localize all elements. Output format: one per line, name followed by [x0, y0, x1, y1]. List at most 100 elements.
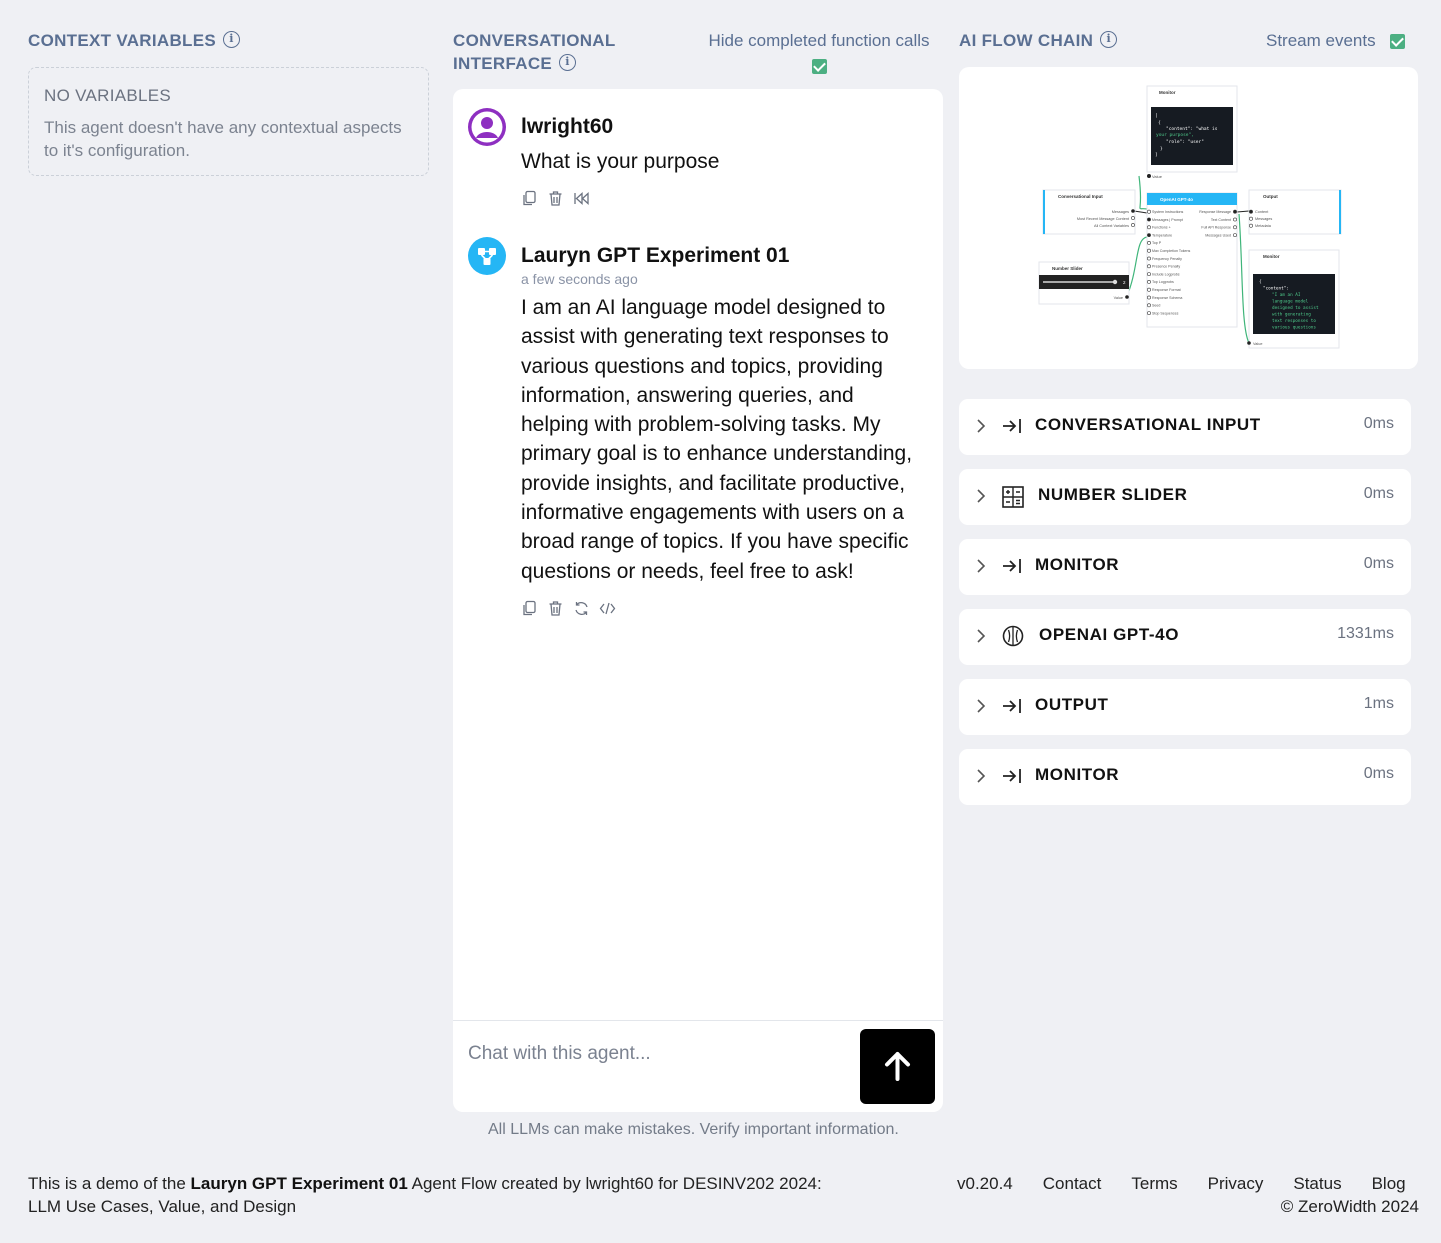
no-variables-text: This agent doesn't have any contextual a… — [44, 118, 402, 160]
preview-port-dot — [1147, 233, 1151, 238]
node-duration: 0ms — [1363, 765, 1394, 782]
preview-port-label: Content — [1255, 210, 1269, 214]
info-icon[interactable]: i — [559, 54, 577, 72]
preview-port-label: Full API Response — [1201, 226, 1231, 230]
preview-port-label: Messages — [1255, 217, 1272, 221]
refresh-icon[interactable] — [573, 600, 590, 617]
hide-completed-toggle[interactable]: Hide completed function calls — [702, 29, 936, 77]
ai-flow-chain-header: AI FLOW CHAIN i — [959, 29, 1118, 52]
stream-events-checkbox[interactable] — [1390, 34, 1406, 50]
trash-icon[interactable] — [547, 190, 564, 207]
no-variables-panel: NO VARIABLES This agent doesn't have any… — [28, 67, 429, 176]
preview-port-dot — [1147, 240, 1151, 245]
context-variables-header: CONTEXT VARIABLES i — [28, 29, 241, 52]
flow-node-row[interactable]: NUMBER SLIDER 0ms — [959, 469, 1411, 525]
node-label: OUTPUT — [1035, 695, 1109, 714]
preview-output-title: Output — [1263, 194, 1278, 199]
preview-conversational-input-node: Conversational Input Messages Most Recen… — [1042, 189, 1136, 235]
conversational-interface-title-line2: INTERFACE — [453, 54, 553, 73]
preview-code-line: designed to assist — [1272, 305, 1319, 311]
preview-port-label: Include Logprobs — [1152, 272, 1180, 276]
flow-node-row[interactable]: CONVERSATIONAL INPUT 0ms — [959, 399, 1411, 455]
preview-port-label: Response Format — [1152, 288, 1181, 292]
footer-version: v0.20.4 — [957, 1174, 1013, 1193]
stream-events-toggle[interactable]: Stream events — [1266, 29, 1406, 52]
preview-code-line: { — [1259, 279, 1262, 285]
preview-number-slider-node: Number Slider 2 Value — [1038, 261, 1130, 305]
footer-agent-name[interactable]: Lauryn GPT Experiment 01 — [191, 1174, 408, 1193]
preview-port-label: Functions + — [1152, 226, 1171, 230]
trash-icon[interactable] — [547, 600, 564, 617]
preview-code-line: "content": — [1263, 286, 1289, 292]
preview-code-line: text responses to — [1272, 318, 1316, 324]
info-icon[interactable]: i — [1100, 31, 1118, 49]
preview-conv-input-title: Conversational Input — [1058, 194, 1103, 199]
preview-port-label: Most Recent Message Content — [1077, 217, 1130, 221]
footer-link-contact[interactable]: Contact — [1043, 1172, 1102, 1195]
send-button[interactable] — [860, 1029, 935, 1104]
chat-panel: lwright60 What is your purpose Lauryn GP… — [453, 89, 943, 1112]
preview-code-line: with generating — [1272, 312, 1311, 318]
arrow-to-line-icon — [1003, 419, 1021, 433]
flow-node-row[interactable]: MONITOR 0ms — [959, 539, 1411, 595]
preview-port-label: Messages Used — [1205, 233, 1231, 237]
footer-description: This is a demo of the Lauryn GPT Experim… — [28, 1172, 868, 1218]
preview-monitor-top: Monitor [ { "content": "what is your pur… — [1146, 85, 1238, 179]
chat-message-user: lwright60 What is your purpose — [468, 108, 928, 218]
preview-port-label: System Instructions — [1152, 210, 1184, 214]
preview-code-line: ] — [1155, 152, 1158, 158]
preview-port-dot — [1249, 223, 1253, 228]
preview-port-dot — [1233, 209, 1237, 214]
preview-value-label: Value — [1114, 296, 1123, 300]
stream-events-label: Stream events — [1266, 31, 1376, 50]
preview-port-dot — [1147, 217, 1151, 222]
message-text: I am an AI language model designed to as… — [521, 296, 913, 583]
rewind-icon[interactable] — [573, 190, 590, 207]
copy-icon[interactable] — [521, 600, 538, 617]
flow-diagram-preview[interactable]: Monitor [ { "content": "what is your pur… — [959, 67, 1418, 369]
flow-node-row[interactable]: OUTPUT 1ms — [959, 679, 1411, 735]
no-variables-title: NO VARIABLES — [44, 86, 172, 105]
preview-port-label: All Context Variables — [1094, 224, 1129, 228]
preview-value-label: Value — [1152, 174, 1163, 179]
preview-port-label: Seed — [1152, 304, 1160, 308]
preview-openai-node: OpenAI GPT-4o System Instructions Message… — [1146, 192, 1238, 328]
preview-port-label: Response Message — [1199, 210, 1231, 214]
preview-port-label: Top Logprobs — [1152, 280, 1174, 284]
preview-port-dot — [1249, 216, 1253, 221]
footer-line2: LLM Use Cases, Value, and Design — [28, 1197, 297, 1216]
code-icon[interactable] — [599, 600, 616, 617]
footer-link-status[interactable]: Status — [1293, 1172, 1341, 1195]
info-icon[interactable]: i — [223, 31, 241, 49]
chevron-right-icon — [977, 629, 986, 643]
chevron-right-icon — [977, 699, 986, 713]
node-label: MONITOR — [1035, 555, 1120, 574]
flow-node-row[interactable]: OPENAI GPT-4O 1331ms — [959, 609, 1411, 665]
preview-port-dot — [1147, 295, 1151, 300]
footer-link-terms[interactable]: Terms — [1131, 1172, 1177, 1195]
preview-port-label: Messages — [1112, 210, 1129, 214]
chat-input[interactable] — [468, 1039, 848, 1069]
preview-port-label: Frequency Penalty — [1152, 257, 1182, 261]
node-duration: 0ms — [1363, 485, 1394, 502]
copy-icon[interactable] — [521, 190, 538, 207]
footer-link-privacy[interactable]: Privacy — [1208, 1172, 1264, 1195]
node-duration: 0ms — [1363, 415, 1394, 432]
preview-port-dot — [1147, 248, 1151, 253]
preview-port-label: Stop Sequences — [1152, 311, 1179, 315]
preview-monitor-bottom-title: Monitor — [1263, 254, 1280, 259]
preview-port-dot — [1147, 264, 1151, 269]
preview-code-line: { — [1158, 120, 1161, 126]
preview-output-node: Output Content Messages Metadata — [1248, 189, 1342, 235]
hide-completed-checkbox[interactable] — [811, 59, 827, 75]
context-variables-title: CONTEXT VARIABLES — [28, 31, 217, 50]
node-label: CONVERSATIONAL INPUT — [1035, 415, 1261, 434]
preview-port-dot — [1147, 303, 1151, 308]
flow-node-row[interactable]: MONITOR 0ms — [959, 749, 1411, 805]
footer-link-blog[interactable]: Blog — [1372, 1172, 1406, 1195]
preview-port-label: Max Completion Tokens — [1152, 249, 1190, 253]
node-duration: 1331ms — [1337, 625, 1394, 642]
arrow-to-line-icon — [1003, 559, 1021, 573]
preview-port-dot — [1147, 311, 1151, 316]
arrow-up-icon — [885, 1052, 910, 1081]
